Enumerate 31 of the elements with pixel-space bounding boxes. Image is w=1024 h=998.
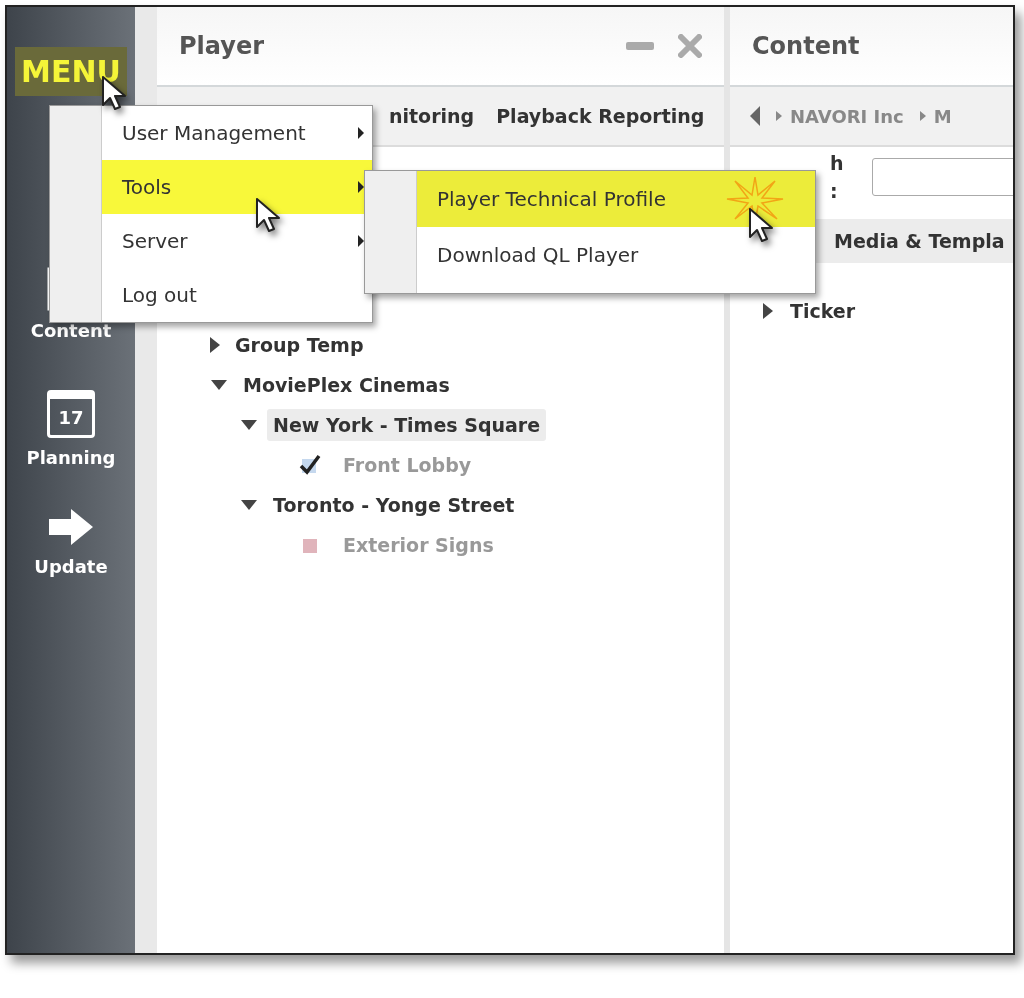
tree-item[interactable]: Group Temp xyxy=(229,328,370,362)
menu-item[interactable]: Tools xyxy=(102,160,372,214)
checkbox[interactable] xyxy=(299,454,321,476)
menu-button[interactable]: MENU xyxy=(15,47,127,96)
menu-item[interactable]: Player Technical Profile xyxy=(417,171,815,227)
section-header: Media & Templa xyxy=(834,228,1005,254)
tab[interactable]: nitoring xyxy=(389,101,475,131)
cursor-icon xyxy=(748,207,776,245)
expanded-caret-icon[interactable] xyxy=(239,419,259,431)
tree-item[interactable]: New York - Times Square xyxy=(267,408,547,442)
calendar-icon: 17 xyxy=(47,390,95,438)
search-field[interactable] xyxy=(872,158,1013,196)
collapsed-caret-icon[interactable] xyxy=(209,336,221,354)
sidebar-item[interactable]: 17 Planning xyxy=(20,389,122,472)
menu-item[interactable]: User Management xyxy=(102,106,372,160)
breadcrumb-arrow-icon xyxy=(776,111,782,121)
expanded-caret-icon[interactable] xyxy=(209,379,229,391)
arrow-right-icon xyxy=(47,507,95,547)
tree-item[interactable]: Ticker xyxy=(790,297,856,326)
sidebar-item[interactable]: Update xyxy=(28,506,114,581)
scroll-left-icon[interactable] xyxy=(750,106,760,126)
breadcrumb-arrow-icon xyxy=(919,111,926,121)
expanded-caret-icon[interactable] xyxy=(239,499,259,511)
tab[interactable]: Playback Reporting xyxy=(496,101,705,131)
tree-item[interactable]: Toronto - Yonge Street xyxy=(267,488,521,522)
tree-item[interactable]: MoviePlex Cinemas xyxy=(237,368,456,402)
collapsed-caret-icon[interactable] xyxy=(762,302,774,321)
panel-title: Player xyxy=(179,31,265,62)
cursor-icon xyxy=(255,197,283,235)
panel-title: Content xyxy=(752,31,860,62)
search-label: h : xyxy=(830,150,845,204)
